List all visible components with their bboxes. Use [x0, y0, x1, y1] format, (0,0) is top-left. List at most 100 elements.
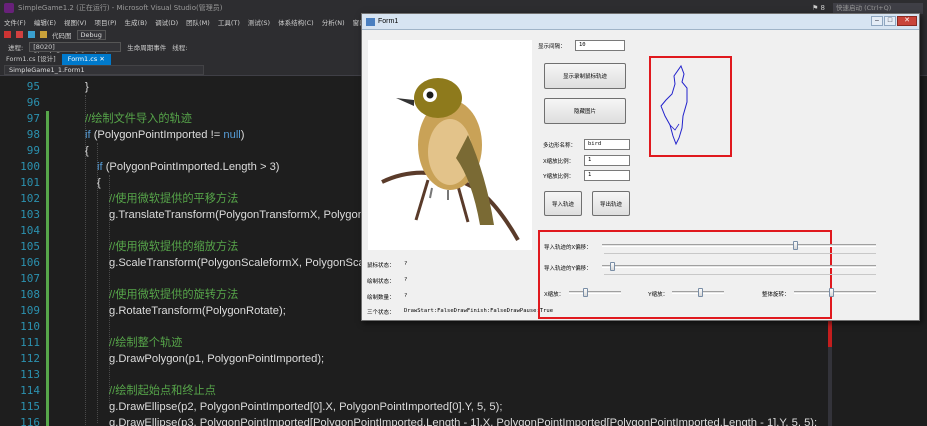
vs-logo-icon — [4, 3, 14, 13]
line-number: 113 — [20, 368, 40, 381]
tab-form1-code-label: Form1.cs — [67, 55, 98, 63]
code-line-109: g.RotateTransform(PolygonRotate); — [109, 305, 286, 317]
three-state-value: DrawStart:FalseDrawFinish:FalseDrawPause… — [404, 308, 554, 314]
process-dropdown[interactable]: [8020] SimpleGame1.1.vshost.e — [29, 42, 122, 59]
line-number: 115 — [20, 400, 40, 413]
line-number: 112 — [20, 352, 40, 365]
line-number-gutter: 95 96 97 98 99 100 101 102 103 104 105 1… — [0, 77, 44, 426]
slider-x-offset-track[interactable] — [602, 244, 876, 247]
maximize-button[interactable]: □ — [884, 16, 896, 26]
hide-image-button[interactable]: 隐藏图片 — [544, 98, 626, 124]
slider-x-offset-label: 导入轨迹的X偏移： — [544, 245, 592, 251]
menu-test[interactable]: 测试(S) — [248, 17, 270, 27]
code-line-116: g.DrawEllipse(p3, PolygonPointImported[P… — [109, 417, 818, 426]
draw-state-label: 绘制状态： — [367, 279, 395, 285]
slider-y-offset-track[interactable] — [602, 265, 876, 268]
line-number: 100 — [20, 160, 40, 173]
menu-view[interactable]: 视图(V) — [64, 17, 87, 27]
notification-count: 8 — [820, 4, 825, 12]
menu-build[interactable]: 生成(B) — [125, 17, 148, 27]
line-number: 104 — [20, 224, 40, 237]
quick-launch-input[interactable]: 快速启动 (Ctrl+Q) — [833, 2, 923, 14]
slider-rotate-track[interactable] — [794, 291, 876, 294]
draw-count-label: 绘制数量： — [367, 295, 395, 301]
stop-icon[interactable] — [16, 31, 23, 38]
line-number: 111 — [20, 336, 40, 349]
form1-title-bar: Form1 — [362, 14, 919, 30]
tab-form1-code[interactable]: Form1.cs ✕ — [61, 54, 111, 65]
code-text: (PolygonPointImported != — [90, 129, 224, 141]
tab-close-icon[interactable]: ✕ — [99, 55, 104, 63]
display-interval-label: 显示间隔： — [538, 44, 566, 50]
mouse-state-value: ? — [404, 261, 408, 267]
code-line-97: //绘制文件导入的轨迹 — [85, 113, 192, 125]
slider-y-offset-thumb[interactable] — [610, 262, 616, 271]
code-line-100: if (PolygonPointImported.Length > 3) — [97, 159, 280, 175]
code-line-95: } — [85, 81, 89, 93]
slider-x-scale-thumb[interactable] — [583, 288, 589, 297]
menu-project[interactable]: 项目(P) — [95, 17, 117, 27]
keyword: null — [223, 129, 241, 141]
menu-analyze[interactable]: 分析(N) — [322, 17, 345, 27]
y-scale-input[interactable]: 1 — [584, 170, 630, 181]
slider-y-offset-ticks — [604, 274, 876, 277]
form-title: Form1 — [378, 18, 399, 25]
notification-flag-icon[interactable]: ⚑ 8 — [812, 4, 825, 12]
config-dropdown[interactable]: Debug — [76, 29, 106, 40]
code-text: ) — [240, 129, 245, 141]
slider-y-scale-thumb[interactable] — [697, 288, 703, 297]
pause-icon[interactable] — [4, 31, 11, 38]
lifecycle-events-button[interactable]: 生命周期事件 — [127, 42, 166, 52]
line-number: 114 — [20, 384, 40, 397]
code-text: (PolygonPointImported.Length > 3) — [102, 161, 280, 173]
line-number: 95 — [26, 80, 40, 93]
line-number: 97 — [26, 112, 40, 125]
export-trace-button[interactable]: 导出轨迹 — [592, 191, 630, 216]
slider-x-scale-label: X缩放： — [544, 292, 565, 298]
minimize-button[interactable]: – — [871, 16, 883, 26]
menu-debug[interactable]: 调试(D) — [155, 17, 178, 27]
step-icon[interactable] — [40, 31, 47, 38]
tab-form1-designer[interactable]: Form1.cs [设计] — [0, 54, 62, 65]
code-line-105: //使用微软提供的缩放方法 — [109, 241, 239, 253]
polygon-name-label: 多边形名称： — [543, 143, 577, 149]
slider-rotate-label: 整体旋转： — [762, 292, 790, 298]
vs-window-title: SimpleGame1.2 (正在运行) - Microsoft Visual … — [18, 4, 223, 12]
line-number: 101 — [20, 176, 40, 189]
menu-edit[interactable]: 编辑(E) — [34, 17, 56, 27]
thread-label: 线程: — [172, 44, 188, 52]
line-number: 103 — [20, 208, 40, 221]
line-number: 106 — [20, 256, 40, 269]
form-icon — [366, 17, 375, 26]
code-line-108: //使用微软提供的旋转方法 — [109, 289, 239, 301]
polygon-name-input[interactable]: bird — [584, 139, 630, 150]
import-trace-button[interactable]: 导入轨迹 — [544, 191, 582, 216]
menu-file[interactable]: 文件(F) — [4, 17, 26, 27]
slider-y-scale-label: Y缩放： — [648, 292, 669, 298]
line-number: 116 — [20, 416, 40, 426]
code-line-115: g.DrawEllipse(p2, PolygonPointImported[0… — [109, 401, 503, 413]
code-line-112: g.DrawPolygon(p1, PolygonPointImported); — [109, 353, 325, 365]
menu-team[interactable]: 团队(M) — [186, 17, 210, 27]
display-interval-input[interactable]: 10 — [575, 40, 625, 51]
menu-architecture[interactable]: 体系结构(C) — [278, 17, 314, 27]
line-number: 109 — [20, 304, 40, 317]
menu-tools[interactable]: 工具(T) — [218, 17, 240, 27]
code-map-button[interactable]: 代码图 — [52, 30, 72, 40]
draw-count-value: ? — [404, 293, 408, 299]
code-line-99: { — [85, 145, 89, 157]
line-number: 110 — [20, 320, 40, 333]
y-scale-label: Y缩放比例： — [543, 174, 575, 180]
close-button[interactable]: ✕ — [897, 16, 917, 26]
x-scale-input[interactable]: 1 — [584, 155, 630, 166]
slider-x-scale-track[interactable] — [569, 291, 621, 294]
show-recorded-trace-button[interactable]: 显示录制鼠标轨迹 — [544, 63, 626, 89]
slider-x-offset-thumb[interactable] — [792, 241, 798, 250]
code-line-102: //使用微软提供的平移方法 — [109, 193, 239, 205]
type-dropdown[interactable]: SimpleGame1_1.Form1 — [4, 65, 204, 75]
line-number: 102 — [20, 192, 40, 205]
line-number: 99 — [26, 144, 40, 157]
line-number: 96 — [26, 96, 40, 109]
restart-icon[interactable] — [28, 31, 35, 38]
slider-rotate-thumb[interactable] — [828, 288, 834, 297]
